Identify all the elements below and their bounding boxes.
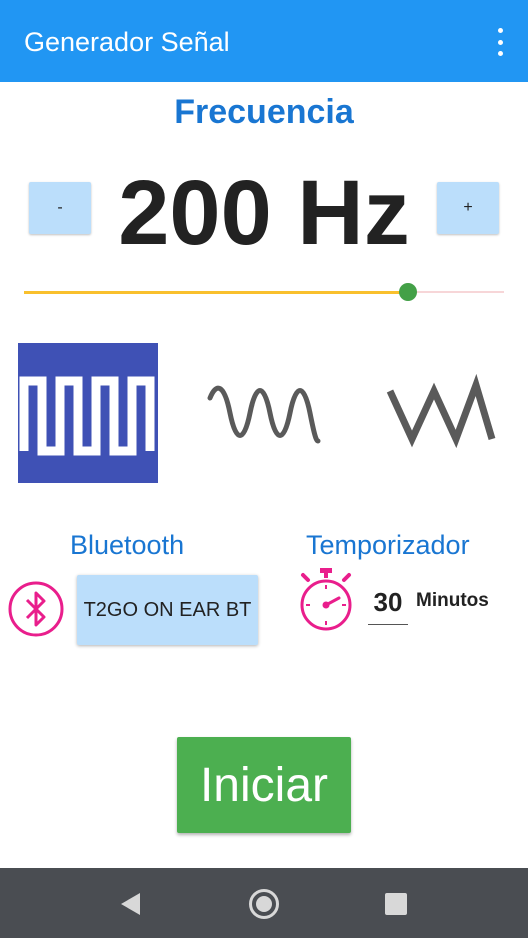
navigation-bar [0, 868, 528, 938]
home-circle-icon[interactable] [248, 888, 280, 920]
app-bar: Generador Señal [0, 0, 528, 82]
back-triangle-icon[interactable] [114, 888, 146, 920]
timer-label: Temporizador [306, 530, 470, 560]
timer-unit-label: Minutos [416, 590, 489, 611]
bluetooth-icon [7, 580, 65, 638]
square-wave-icon [19, 376, 155, 456]
frequency-label: Frecuencia [174, 93, 354, 131]
sine-wave-button[interactable] [196, 343, 336, 483]
stopwatch-icon [297, 566, 355, 634]
slider-track-inactive [408, 291, 504, 293]
frequency-slider[interactable] [24, 280, 504, 304]
frequency-value: 200 Hz [118, 162, 410, 264]
recent-apps-square-icon[interactable] [380, 888, 412, 920]
sine-wave-icon [207, 385, 321, 444]
timer-minutes-input[interactable]: 30 [368, 584, 408, 625]
slider-thumb[interactable] [399, 283, 417, 301]
bluetooth-device-button[interactable]: T2GO ON EAR BT [77, 575, 258, 645]
triangle-wave-icon [386, 373, 496, 449]
square-wave-button[interactable] [18, 343, 158, 483]
slider-track-active [24, 291, 408, 294]
start-button[interactable]: Iniciar [177, 737, 351, 833]
more-vert-icon[interactable] [490, 28, 510, 56]
app-title: Generador Señal [24, 27, 230, 57]
increment-frequency-button[interactable]: + [437, 182, 499, 234]
bluetooth-device-name: T2GO ON EAR BT [83, 599, 252, 621]
triangle-wave-button[interactable] [372, 343, 512, 483]
decrement-frequency-button[interactable]: - [29, 182, 91, 234]
bluetooth-label: Bluetooth [70, 530, 185, 560]
